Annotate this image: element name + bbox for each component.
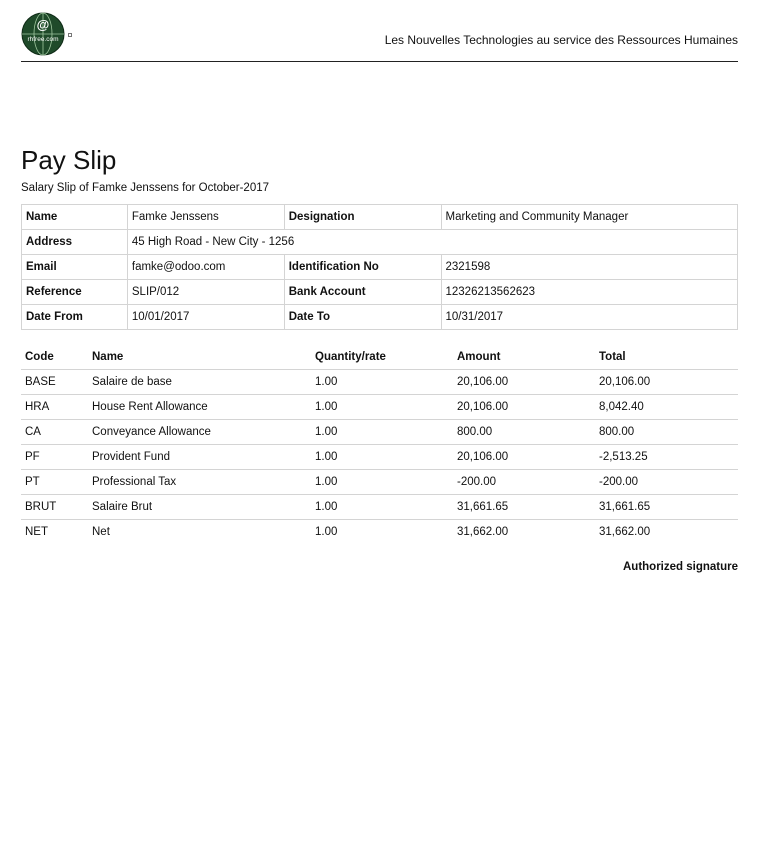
line-quantity: 1.00	[315, 525, 338, 538]
table-row: BRUT Salaire Brut 1.00 31,661.65 31,661.…	[21, 494, 738, 520]
line-name: Net	[92, 525, 110, 538]
identification-value: 2321598	[440, 254, 738, 280]
date-to-label: Date To	[283, 304, 442, 330]
bank-account-label: Bank Account	[283, 279, 442, 305]
date-to-value: 10/31/2017	[440, 304, 738, 330]
bank-account-value: 12326213562623	[440, 279, 738, 305]
table-row: PF Provident Fund 1.00 20,106.00 -2,513.…	[21, 444, 738, 470]
line-total: -200.00	[595, 469, 738, 495]
line-total: 31,662.00	[599, 525, 651, 538]
line-total: 8,042.40	[595, 394, 738, 420]
logo-symbol: @	[37, 17, 50, 32]
line-name: Salaire de base	[88, 369, 311, 395]
employee-info-table: Name Famke Jenssens Designation Marketin…	[21, 204, 739, 330]
line-quantity: 1.00	[311, 394, 453, 420]
line-code: PT	[21, 469, 88, 495]
table-row: BASE Salaire de base 1.00 20,106.00 20,1…	[21, 369, 738, 395]
line-quantity: 1.00	[311, 469, 453, 495]
line-code: BASE	[21, 369, 88, 395]
info-row-email: Email famke@odoo.com Identification No 2…	[21, 254, 738, 280]
line-quantity: 1.00	[311, 369, 453, 395]
reference-value: SLIP/012	[126, 279, 285, 305]
globe-logo-icon: @ rhfree.com	[21, 12, 65, 56]
line-total: 20,106.00	[595, 369, 738, 395]
header-tagline: Les Nouvelles Technologies au service de…	[384, 33, 738, 47]
date-from-label: Date From	[21, 304, 128, 330]
identification-label: Identification No	[283, 254, 442, 280]
authorized-signature: Authorized signature	[622, 561, 738, 573]
line-amount: 800.00	[453, 419, 595, 445]
table-row: HRA House Rent Allowance 1.00 20,106.00 …	[21, 394, 738, 420]
line-name: Salaire Brut	[88, 494, 311, 520]
date-from-value: 10/01/2017	[126, 304, 285, 330]
line-total: -2,513.25	[595, 444, 738, 470]
line-amount: 20,106.00	[453, 444, 595, 470]
page-subtitle: Salary Slip of Famke Jenssens for Octobe…	[21, 182, 270, 194]
line-code: NET	[25, 525, 48, 538]
line-total: 800.00	[595, 419, 738, 445]
info-row-dates: Date From 10/01/2017 Date To 10/31/2017	[21, 304, 738, 330]
col-header-total: Total	[595, 345, 738, 370]
line-quantity: 1.00	[311, 444, 453, 470]
page-header: @ rhfree.com Les Nouvelles Technologies …	[21, 12, 738, 62]
line-code: CA	[21, 419, 88, 445]
col-header-name: Name	[88, 345, 311, 370]
name-value: Famke Jenssens	[126, 204, 285, 230]
col-header-quantity: Quantity/rate	[311, 345, 453, 370]
line-name: House Rent Allowance	[88, 394, 311, 420]
line-amount: 31,661.65	[453, 494, 595, 520]
info-row-reference: Reference SLIP/012 Bank Account 12326213…	[21, 279, 738, 305]
line-name: Professional Tax	[88, 469, 311, 495]
col-header-amount: Amount	[453, 345, 595, 370]
logo-text: rhfree.com	[27, 36, 58, 43]
line-code: PF	[21, 444, 88, 470]
line-name: Conveyance Allowance	[88, 419, 311, 445]
address-label: Address	[21, 229, 128, 255]
designation-value: Marketing and Community Manager	[440, 204, 738, 230]
reference-label: Reference	[21, 279, 128, 305]
page-title: Pay Slip	[21, 145, 117, 175]
line-code: HRA	[21, 394, 88, 420]
designation-label: Designation	[283, 204, 442, 230]
table-row: PT Professional Tax 1.00 -200.00 -200.00	[21, 469, 738, 495]
line-total: 31,661.65	[595, 494, 738, 520]
info-row-name: Name Famke Jenssens Designation Marketin…	[21, 204, 738, 230]
line-amount: 20,106.00	[453, 394, 595, 420]
email-label: Email	[21, 254, 128, 280]
line-amount: -200.00	[453, 469, 595, 495]
line-quantity: 1.00	[311, 494, 453, 520]
col-header-code: Code	[21, 345, 88, 370]
address-value: 45 High Road - New City - 1256	[126, 229, 739, 255]
table-row: CA Conveyance Allowance 1.00 800.00 800.…	[21, 419, 738, 445]
logo-mark-box	[68, 33, 72, 37]
line-amount: 20,106.00	[453, 369, 595, 395]
line-amount: 31,662.00	[457, 525, 509, 538]
lines-header-row: Code Name Quantity/rate Amount Total	[21, 345, 738, 370]
salary-lines-table: Code Name Quantity/rate Amount Total BAS…	[21, 345, 738, 544]
line-code: BRUT	[21, 494, 88, 520]
line-quantity: 1.00	[311, 419, 453, 445]
email-value: famke@odoo.com	[126, 254, 285, 280]
info-row-address: Address 45 High Road - New City - 1256	[21, 229, 739, 255]
name-label: Name	[21, 204, 128, 230]
table-row: NET Net 1.00 31,662.00 31,662.00	[21, 519, 738, 544]
line-name: Provident Fund	[88, 444, 311, 470]
